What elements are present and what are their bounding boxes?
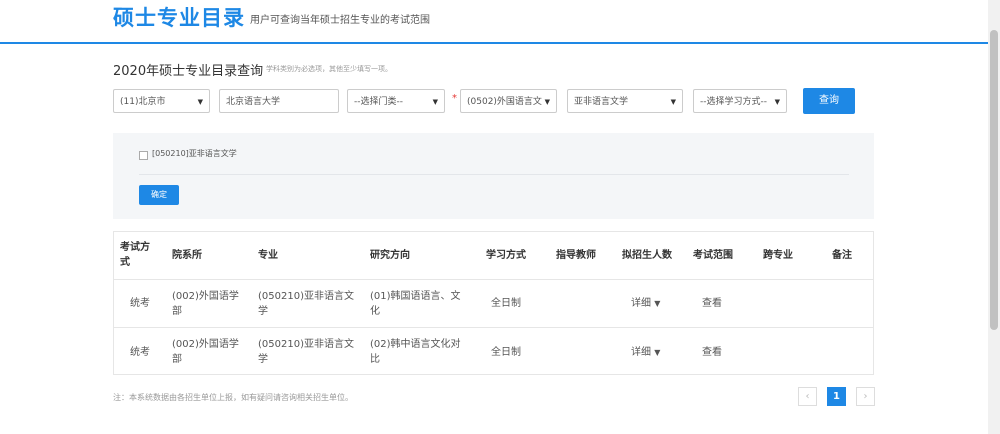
caret-down-icon: ▼ — [654, 299, 661, 308]
discipline-select-value: (0502)外国语言文 — [467, 97, 542, 107]
cell-exam-type: 统考 — [130, 347, 150, 358]
filter-panel: [050210]亚非语言文学 确定 — [113, 133, 874, 219]
scope-view-link[interactable]: 查看 — [702, 345, 722, 360]
table-row: 统考 (002)外国语学部 (050210)亚非语言文学 (02)韩中语言文化对… — [114, 327, 873, 375]
chevron-down-icon: ▼ — [432, 98, 438, 106]
quota-detail-label: 详细 — [631, 298, 651, 309]
required-mark: * — [452, 93, 457, 104]
site-subtitle: 用户可查询当年硕士招生专业的考试范围 — [250, 15, 430, 26]
cell-study-mode: 全日制 — [491, 298, 521, 309]
school-input-value: 北京语言大学 — [226, 97, 281, 107]
quota-detail-toggle[interactable]: 详细 ▼ — [631, 345, 660, 360]
footer-note: 注：本系统数据由各招生单位上报，如有疑问请咨询相关招生单位。 — [113, 393, 353, 402]
study-mode-select[interactable]: --选择学习方式-- ▼ — [693, 89, 787, 113]
category-select[interactable]: --选择门类-- ▼ — [347, 89, 445, 113]
col-header-study-mode: 学习方式 — [486, 250, 526, 261]
quota-detail-label: 详细 — [631, 347, 651, 358]
chevron-down-icon: ▼ — [544, 98, 550, 106]
cell-direction: (02)韩中语言文化对比 — [370, 339, 461, 365]
school-input[interactable]: 北京语言大学 — [219, 89, 339, 113]
cell-major: (050210)亚非语言文学 — [258, 291, 354, 317]
col-header-department: 院系所 — [172, 250, 202, 261]
caret-down-icon: ▼ — [654, 348, 661, 357]
discipline-select[interactable]: (0502)外国语言文 ▼ — [460, 89, 557, 113]
page-scrollbar[interactable] — [988, 0, 1000, 434]
pagination-next-button[interactable]: › — [856, 387, 875, 406]
quota-detail-toggle[interactable]: 详细 ▼ — [631, 296, 660, 311]
cell-major: (050210)亚非语言文学 — [258, 339, 354, 365]
pagination-prev-button[interactable]: ‹ — [798, 387, 817, 406]
col-header-advisor: 指导教师 — [556, 250, 596, 261]
site-title: 硕士专业目录 — [113, 6, 245, 30]
cell-direction: (01)韩国语语言、文化 — [370, 291, 461, 317]
cell-study-mode: 全日制 — [491, 347, 521, 358]
page-header: 硕士专业目录 用户可查询当年硕士招生专业的考试范围 — [0, 0, 988, 44]
major-checkbox[interactable] — [139, 151, 148, 160]
major-select[interactable]: 亚非语言文学 ▼ — [567, 89, 683, 113]
col-header-exam-type: 考试方式 — [120, 242, 150, 268]
major-checkbox-label[interactable]: [050210]亚非语言文学 — [152, 148, 237, 159]
chevron-down-icon: ▼ — [670, 98, 676, 106]
scrollbar-thumb[interactable] — [990, 30, 998, 330]
category-select-value: --选择门类-- — [354, 97, 403, 107]
chevron-down-icon: ▼ — [774, 98, 780, 106]
col-header-cross: 跨专业 — [763, 250, 793, 261]
cell-exam-type: 统考 — [130, 298, 150, 309]
col-header-quota: 拟招生人数 — [622, 250, 672, 261]
province-select[interactable]: (11)北京市 ▼ — [113, 89, 210, 113]
chevron-down-icon: ▼ — [197, 98, 203, 106]
col-header-scope: 考试范围 — [693, 250, 733, 261]
cell-department: (002)外国语学部 — [172, 339, 239, 365]
query-button[interactable]: 查询 — [803, 88, 855, 114]
search-title: 2020年硕士专业目录查询 — [113, 64, 264, 79]
table-row: 统考 (002)外国语学部 (050210)亚非语言文学 (01)韩国语语言、文… — [114, 279, 873, 327]
results-table: 考试方式 院系所 专业 研究方向 学习方式 指导教师 拟招生人数 考试范围 跨专… — [113, 231, 874, 375]
search-hint: 学科类别为必选项，其他至少填写一项。 — [266, 65, 392, 73]
col-header-note: 备注 — [832, 250, 852, 261]
major-select-value: 亚非语言文学 — [574, 97, 629, 107]
scope-view-link[interactable]: 查看 — [702, 296, 722, 311]
pagination-page-1[interactable]: 1 — [827, 387, 846, 406]
confirm-button[interactable]: 确定 — [139, 185, 179, 205]
col-header-direction: 研究方向 — [370, 250, 410, 261]
study-mode-select-value: --选择学习方式-- — [700, 97, 767, 107]
panel-divider — [139, 174, 849, 175]
col-header-major: 专业 — [258, 250, 278, 261]
province-select-value: (11)北京市 — [120, 97, 166, 107]
cell-department: (002)外国语学部 — [172, 291, 239, 317]
